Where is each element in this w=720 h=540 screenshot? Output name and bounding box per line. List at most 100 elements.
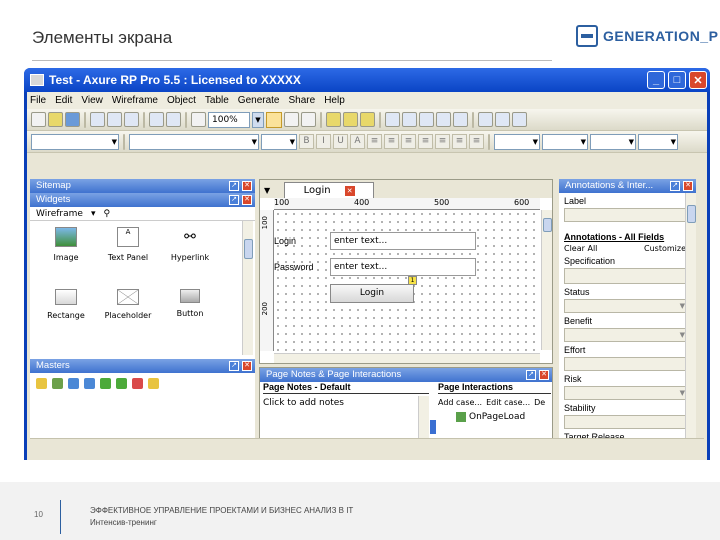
- menu-file[interactable]: File: [30, 95, 46, 106]
- font-size-select[interactable]: [261, 133, 297, 150]
- italic-icon[interactable]: I: [316, 134, 331, 149]
- move-down-icon[interactable]: [84, 377, 95, 389]
- effort-input[interactable]: [564, 357, 688, 371]
- chevron-down-icon[interactable]: ▾: [91, 209, 96, 219]
- valign-top-icon[interactable]: ≡: [435, 134, 450, 149]
- menu-edit[interactable]: Edit: [55, 95, 72, 106]
- event-onpageload[interactable]: OnPageLoad: [456, 412, 525, 422]
- spellcheck-icon[interactable]: [191, 112, 206, 127]
- tab-login[interactable]: Login ✕: [284, 182, 375, 198]
- login-button[interactable]: Login: [330, 284, 414, 303]
- password-label[interactable]: Password: [274, 262, 314, 272]
- maximize-icon[interactable]: □: [668, 71, 686, 89]
- pane-pin-icon[interactable]: ↗: [670, 181, 680, 191]
- pane-pin-icon[interactable]: ↗: [229, 361, 239, 371]
- y-position-input[interactable]: [542, 133, 588, 150]
- chevron-down-icon[interactable]: ▼: [252, 111, 264, 128]
- widget-item-placeholder[interactable]: Placeholder: [98, 289, 158, 320]
- widget-library-select[interactable]: Wireframe: [36, 209, 83, 219]
- widget-item-rectangle[interactable]: Rectange: [36, 289, 96, 320]
- move-up-icon[interactable]: [68, 377, 79, 389]
- fill-color-icon[interactable]: [385, 112, 400, 127]
- sitemap-header[interactable]: Sitemap ↗ ✕: [30, 179, 255, 193]
- canvas-vscrollbar[interactable]: [541, 210, 552, 350]
- pane-pin-icon[interactable]: ↗: [229, 195, 239, 205]
- masters-header[interactable]: Masters ↗ ✕: [30, 359, 255, 373]
- scroll-thumb[interactable]: [543, 218, 552, 232]
- save-icon[interactable]: [65, 112, 80, 127]
- pane-close-icon[interactable]: ✕: [242, 195, 252, 205]
- password-input[interactable]: enter text...: [330, 258, 476, 276]
- annotations-scrollbar[interactable]: [685, 193, 696, 459]
- widget-item-image[interactable]: Image: [36, 227, 96, 262]
- bullets-icon[interactable]: ≡: [418, 134, 433, 149]
- delete-case-link[interactable]: De: [534, 398, 545, 407]
- x-position-input[interactable]: [494, 133, 540, 150]
- connector-icon[interactable]: [284, 112, 299, 127]
- edit-case-link[interactable]: Edit case...: [486, 398, 530, 407]
- cut-icon[interactable]: [90, 112, 105, 127]
- delete-icon[interactable]: [132, 377, 143, 389]
- status-select[interactable]: [564, 299, 688, 313]
- pane-close-icon[interactable]: ✕: [539, 370, 549, 380]
- menu-object[interactable]: Object: [167, 95, 196, 106]
- line-color-icon[interactable]: [402, 112, 417, 127]
- pane-close-icon[interactable]: ✕: [242, 361, 252, 371]
- add-folder-icon[interactable]: [52, 377, 63, 389]
- align-right-icon[interactable]: [512, 112, 527, 127]
- menu-generate[interactable]: Generate: [238, 95, 280, 106]
- widgets-header[interactable]: Widgets ↗ ✕: [30, 193, 255, 207]
- style-select[interactable]: [31, 133, 119, 150]
- underline-icon[interactable]: U: [333, 134, 348, 149]
- pane-pin-icon[interactable]: ↗: [229, 181, 239, 191]
- arrow-style-icon[interactable]: [453, 112, 468, 127]
- tab-close-icon[interactable]: ✕: [344, 185, 355, 196]
- login-label[interactable]: Login: [274, 236, 296, 246]
- menu-table[interactable]: Table: [205, 95, 229, 106]
- annotation-marker[interactable]: 1: [408, 276, 417, 285]
- valign-bottom-icon[interactable]: ≡: [469, 134, 484, 149]
- widget-item-text-panel[interactable]: A Text Panel: [98, 227, 158, 262]
- line-style-icon[interactable]: [436, 112, 451, 127]
- paste-icon[interactable]: [124, 112, 139, 127]
- menu-wireframe[interactable]: Wireframe: [112, 95, 158, 106]
- clear-all-link[interactable]: Clear All: [564, 244, 597, 253]
- line-width-icon[interactable]: [419, 112, 434, 127]
- text-align-center-icon[interactable]: ≡: [384, 134, 399, 149]
- text-color-icon[interactable]: A: [350, 134, 365, 149]
- valign-middle-icon[interactable]: ≡: [452, 134, 467, 149]
- scroll-thumb[interactable]: [687, 205, 696, 223]
- add-case-link[interactable]: Add case...: [438, 398, 482, 407]
- page-notes-header[interactable]: Page Notes - Default: [263, 382, 429, 394]
- connector-elbow-icon[interactable]: [301, 112, 316, 127]
- bring-front-icon[interactable]: [326, 112, 341, 127]
- properties-icon[interactable]: [148, 377, 159, 389]
- menu-share[interactable]: Share: [289, 95, 316, 106]
- chevron-down-icon[interactable]: ▼: [264, 186, 270, 195]
- minimize-icon[interactable]: _: [647, 71, 665, 89]
- stability-input[interactable]: [564, 415, 688, 429]
- menu-help[interactable]: Help: [324, 95, 345, 106]
- redo-icon[interactable]: [166, 112, 181, 127]
- close-icon[interactable]: ✕: [689, 71, 707, 89]
- add-master-icon[interactable]: [36, 377, 47, 389]
- zoom-input[interactable]: 100%: [208, 111, 250, 128]
- scroll-thumb[interactable]: [244, 239, 253, 259]
- undo-icon[interactable]: [149, 112, 164, 127]
- pane-close-icon[interactable]: ✕: [242, 181, 252, 191]
- customize-link[interactable]: Customize: [644, 244, 686, 253]
- group-icon[interactable]: [360, 112, 375, 127]
- text-align-left-icon[interactable]: ≡: [367, 134, 382, 149]
- pane-close-icon[interactable]: ✕: [683, 181, 693, 191]
- risk-select[interactable]: [564, 386, 688, 400]
- width-input[interactable]: [590, 133, 636, 150]
- align-left-icon[interactable]: [478, 112, 493, 127]
- widget-item-hyperlink[interactable]: ⚯ Hyperlink: [160, 227, 220, 262]
- annotations-header[interactable]: Annotations & Inter... ↗ ✕: [559, 179, 696, 193]
- open-icon[interactable]: [48, 112, 63, 127]
- new-icon[interactable]: [31, 112, 46, 127]
- specification-input[interactable]: [564, 268, 688, 284]
- send-back-icon[interactable]: [343, 112, 358, 127]
- fields-header[interactable]: Annotations - All Fields: [559, 232, 696, 242]
- notes-header[interactable]: Page Notes & Page Interactions ↗ ✕: [260, 368, 552, 382]
